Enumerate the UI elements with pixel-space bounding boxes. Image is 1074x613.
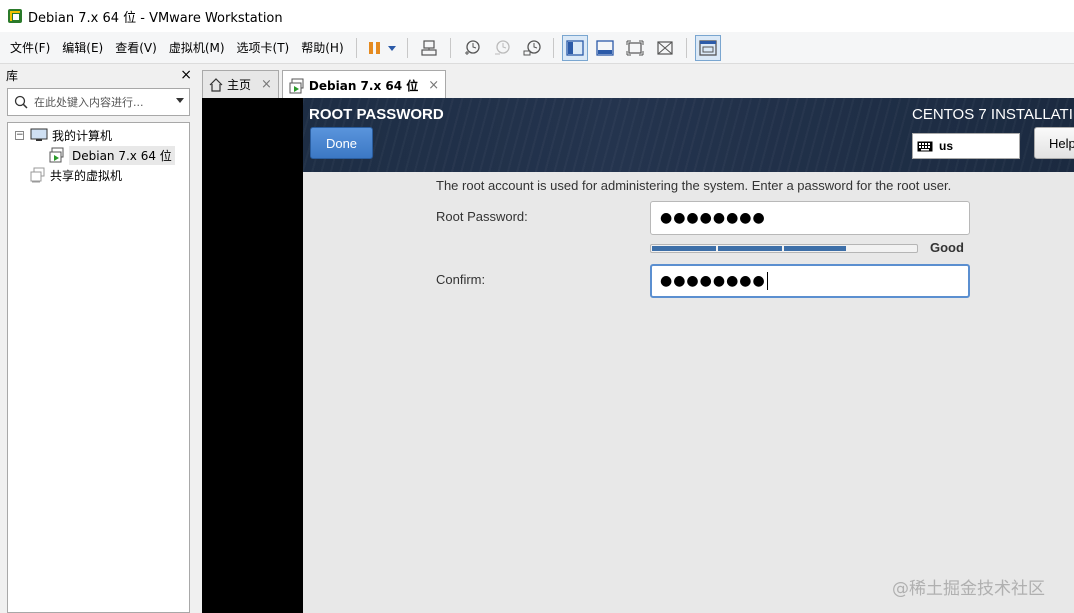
keyboard-layout-label: us bbox=[939, 139, 954, 153]
root-password-label: Root Password: bbox=[436, 209, 528, 224]
console-view-button[interactable] bbox=[694, 34, 721, 61]
confirm-password-label: Confirm: bbox=[436, 272, 486, 287]
toolbar-separator bbox=[355, 37, 357, 58]
unity-button[interactable] bbox=[652, 35, 678, 61]
library-panel: 库 × − 我的计算机 Debian 7.x 64 位 共享的虚拟机 bbox=[0, 64, 198, 613]
tab-home-label: 主页 bbox=[227, 78, 252, 92]
centos-installer: ROOT PASSWORD Done CENTOS 7 INSTALLATI u… bbox=[303, 98, 1074, 613]
tree-item-debian-vm[interactable]: Debian 7.x 64 位 bbox=[8, 145, 189, 165]
tree-item-shared-vms[interactable]: 共享的虚拟机 bbox=[8, 165, 189, 185]
console-view-icon bbox=[698, 39, 717, 56]
keyboard-icon bbox=[917, 141, 933, 151]
thumbnail-bar-icon bbox=[595, 39, 614, 56]
page-title: ROOT PASSWORD bbox=[309, 106, 444, 123]
library-header: 库 × bbox=[0, 64, 198, 86]
computer-icon bbox=[30, 128, 48, 141]
root-password-description: The root account is used for administeri… bbox=[436, 178, 952, 193]
search-icon bbox=[14, 95, 28, 109]
dropdown-icon bbox=[387, 45, 396, 51]
shared-vm-icon bbox=[30, 167, 45, 183]
root-password-field[interactable]: ●●●●●●●● bbox=[650, 201, 970, 235]
title-bar: Debian 7.x 64 位 - VMware Workstation bbox=[0, 0, 1074, 32]
full-screen-button[interactable] bbox=[622, 35, 648, 61]
full-screen-icon bbox=[626, 40, 644, 55]
show-library-icon bbox=[565, 39, 584, 56]
library-title: 库 bbox=[6, 68, 19, 83]
tab-bar: 主页 × Debian 7.x 64 位 × bbox=[202, 70, 449, 100]
tab-debian-vm-label: Debian 7.x 64 位 bbox=[308, 79, 419, 93]
vmware-app-icon bbox=[8, 9, 22, 23]
tree-item-my-computer[interactable]: − 我的计算机 bbox=[8, 125, 189, 145]
vm-console[interactable]: ROOT PASSWORD Done CENTOS 7 INSTALLATI u… bbox=[202, 98, 1074, 613]
unity-icon bbox=[657, 40, 673, 55]
root-password-value: ●●●●●●●● bbox=[660, 210, 766, 226]
menu-toolbar: 文件(F) 编辑(E) 查看(V) 虚拟机(M) 选项卡(T) 帮助(H) bbox=[0, 32, 1074, 64]
tab-debian-vm[interactable]: Debian 7.x 64 位 × bbox=[281, 70, 447, 100]
snapshot-manager-button[interactable] bbox=[519, 35, 545, 61]
toolbar-separator bbox=[552, 37, 554, 58]
home-icon bbox=[209, 77, 223, 92]
confirm-password-value: ●●●●●●●● bbox=[660, 273, 766, 289]
tab-home-close-icon[interactable]: × bbox=[261, 77, 272, 92]
library-tree: − 我的计算机 Debian 7.x 64 位 共享的虚拟机 bbox=[7, 122, 190, 613]
vm-running-icon bbox=[49, 147, 64, 163]
done-button[interactable]: Done bbox=[310, 127, 373, 159]
window-title: Debian 7.x 64 位 - VMware Workstation bbox=[28, 10, 283, 26]
keyboard-layout-indicator[interactable]: us bbox=[912, 133, 1020, 159]
take-snapshot-button[interactable] bbox=[459, 35, 485, 61]
toolbar-separator bbox=[685, 37, 687, 58]
toolbar-separator bbox=[406, 37, 408, 58]
pause-button[interactable] bbox=[365, 35, 385, 61]
send-ctrl-alt-del-icon bbox=[421, 39, 437, 56]
product-title: CENTOS 7 INSTALLATI bbox=[912, 106, 1073, 123]
collapse-toggle-icon[interactable]: − bbox=[15, 130, 24, 140]
installer-header: ROOT PASSWORD Done CENTOS 7 INSTALLATI u… bbox=[303, 98, 1074, 172]
tab-debian-vm-close-icon[interactable]: × bbox=[428, 78, 439, 93]
thumbnail-bar-button[interactable] bbox=[592, 35, 618, 61]
tree-label-debian-vm: Debian 7.x 64 位 bbox=[69, 145, 175, 165]
menu-edit[interactable]: 编辑(E) bbox=[56, 36, 109, 60]
menu-vm[interactable]: 虚拟机(M) bbox=[163, 36, 231, 60]
menu-tabs[interactable]: 选项卡(T) bbox=[231, 36, 296, 60]
search-dropdown-icon[interactable] bbox=[176, 98, 184, 103]
strength-segment bbox=[652, 246, 716, 251]
vm-running-icon bbox=[289, 78, 304, 93]
snapshot-icon bbox=[464, 39, 480, 55]
tree-label-my-computer: 我的计算机 bbox=[52, 128, 113, 143]
password-strength-bar bbox=[650, 244, 918, 253]
revert-snapshot-icon bbox=[494, 39, 510, 54]
snapshot-manager-icon bbox=[523, 39, 541, 55]
menu-help[interactable]: 帮助(H) bbox=[295, 36, 349, 60]
strength-segment bbox=[784, 246, 846, 251]
toolbar-separator bbox=[449, 37, 451, 58]
show-library-button[interactable] bbox=[561, 34, 588, 61]
power-dropdown-button[interactable] bbox=[385, 35, 399, 61]
password-strength-label: Good bbox=[930, 240, 964, 255]
library-search-input[interactable] bbox=[34, 95, 164, 109]
strength-segment bbox=[718, 246, 782, 251]
help-button[interactable]: Help bbox=[1034, 127, 1074, 159]
menu-file[interactable]: 文件(F) bbox=[4, 36, 56, 60]
pause-icon bbox=[368, 41, 380, 54]
send-ctrl-alt-del-button[interactable] bbox=[416, 35, 442, 61]
library-close-icon[interactable]: × bbox=[180, 68, 192, 82]
tree-label-shared-vms: 共享的虚拟机 bbox=[50, 168, 123, 183]
library-search[interactable] bbox=[7, 88, 190, 116]
menu-view[interactable]: 查看(V) bbox=[109, 36, 163, 60]
confirm-password-field[interactable]: ●●●●●●●● bbox=[650, 264, 970, 298]
tab-home[interactable]: 主页 × bbox=[202, 70, 279, 98]
watermark: @稀土掘金技术社区 bbox=[892, 579, 1045, 599]
revert-snapshot-button[interactable] bbox=[489, 35, 515, 61]
text-caret bbox=[766, 272, 768, 290]
